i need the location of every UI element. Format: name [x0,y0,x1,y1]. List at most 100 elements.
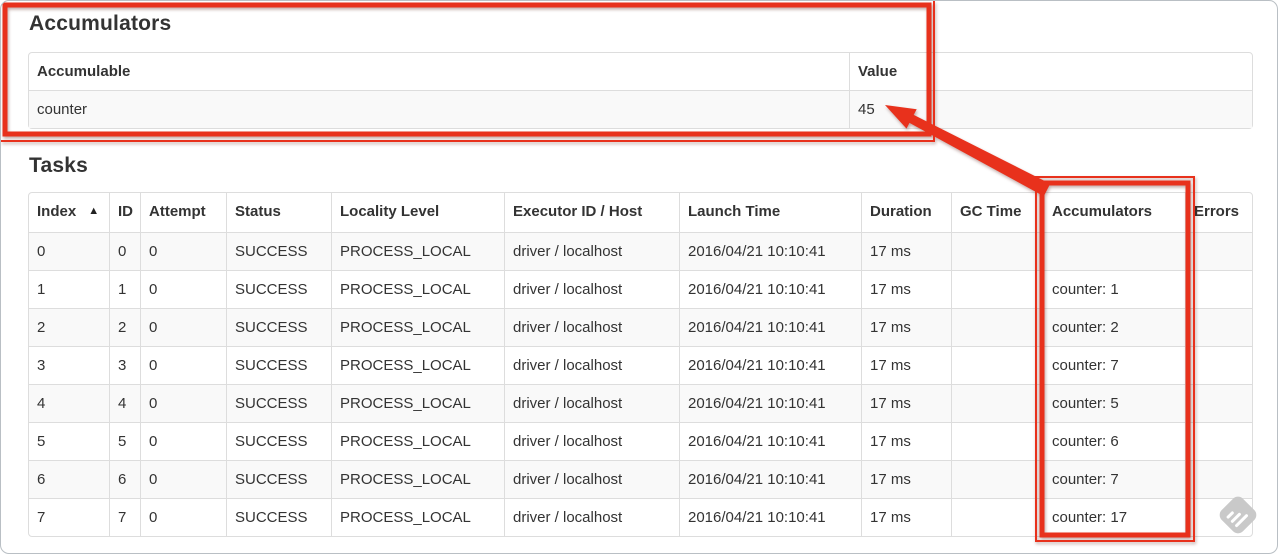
cell: 6 [109,460,140,498]
cell [1043,232,1185,270]
col-header-duration[interactable]: Duration [861,193,951,232]
cell: driver / localhost [504,232,679,270]
col-header-index-label: Index [37,203,77,220]
accumulators-header-row: Accumulable Value [29,53,1252,90]
cell: 7 [109,498,140,536]
cell: 0 [29,232,109,270]
cell: driver / localhost [504,308,679,346]
tasks-header-row: Index ▲ ID Attempt Status Locality Level … [29,193,1252,232]
cell: 17 ms [861,308,951,346]
cell [951,498,1043,536]
cell: PROCESS_LOCAL [331,498,504,536]
cell: PROCESS_LOCAL [331,384,504,422]
sort-asc-icon: ▲ [88,205,100,217]
cell: PROCESS_LOCAL [331,232,504,270]
cell [951,270,1043,308]
col-header-launch-time[interactable]: Launch Time [679,193,861,232]
accumulators-section-title: Accumulators [29,12,172,35]
cell: 2016/04/21 10:10:41 [679,232,861,270]
col-header-accumulable: Accumulable [37,63,131,80]
cell: SUCCESS [226,384,331,422]
cell: 6 [29,460,109,498]
cell: 3 [29,346,109,384]
cell: counter: 2 [1043,308,1185,346]
task-row: 7 7 0 SUCCESS PROCESS_LOCAL driver / localhos… [29,498,1252,536]
cell: SUCCESS [226,346,331,384]
col-header-locality-level[interactable]: Locality Level [331,193,504,232]
cell: driver / localhost [504,270,679,308]
cell: 1 [109,270,140,308]
cell: 2016/04/21 10:10:41 [679,308,861,346]
accumulable-value-cell: 45 [849,90,1252,128]
cell: SUCCESS [226,232,331,270]
cell: driver / localhost [504,346,679,384]
cell: PROCESS_LOCAL [331,460,504,498]
cell: driver / localhost [504,384,679,422]
col-header-executor-id-host[interactable]: Executor ID / Host [504,193,679,232]
cell: 4 [109,384,140,422]
cell: 0 [140,422,226,460]
col-header-id[interactable]: ID [109,193,140,232]
spark-ui-stage-page: Accumulators Accumulable Value counter 4… [0,0,1278,554]
cell: counter: 7 [1043,460,1185,498]
col-header-errors[interactable]: Errors [1185,193,1252,232]
cell: 2016/04/21 10:10:41 [679,460,861,498]
cell: 0 [140,498,226,536]
task-row: 4 4 0 SUCCESS PROCESS_LOCAL driver / localhos… [29,384,1252,422]
cell: PROCESS_LOCAL [331,270,504,308]
page-content: Accumulators Accumulable Value counter 4… [1,1,1277,537]
col-header-value: Value [849,53,1252,90]
cell [1185,232,1252,270]
cell: 5 [109,422,140,460]
cell: 2016/04/21 10:10:41 [679,270,861,308]
cell: counter: 5 [1043,384,1185,422]
cell [951,346,1043,384]
task-row: 3 3 0 SUCCESS PROCESS_LOCAL driver / localhos… [29,346,1252,384]
cell: SUCCESS [226,460,331,498]
task-row: 2 2 0 SUCCESS PROCESS_LOCAL driver / localhos… [29,308,1252,346]
cell: 0 [140,460,226,498]
cell: 7 [29,498,109,536]
col-header-accumulators[interactable]: Accumulators [1043,193,1185,232]
cell: driver / localhost [504,498,679,536]
cell: driver / localhost [504,460,679,498]
tasks-table: Index ▲ ID Attempt Status Locality Level … [28,192,1253,537]
col-header-status[interactable]: Status [226,193,331,232]
cell: PROCESS_LOCAL [331,346,504,384]
cell: 17 ms [861,232,951,270]
cell: 2016/04/21 10:10:41 [679,384,861,422]
cell: SUCCESS [226,308,331,346]
cell [1185,346,1252,384]
cell: counter: 7 [1043,346,1185,384]
task-row: 6 6 0 SUCCESS PROCESS_LOCAL driver / localhos… [29,460,1252,498]
cell: PROCESS_LOCAL [331,308,504,346]
task-row: 1 1 0 SUCCESS PROCESS_LOCAL driver / localhos… [29,270,1252,308]
cell: 2 [29,308,109,346]
cell: 17 ms [861,498,951,536]
col-header-attempt[interactable]: Attempt [140,193,226,232]
cell: 17 ms [861,270,951,308]
cell: 17 ms [861,422,951,460]
cell: 2016/04/21 10:10:41 [679,498,861,536]
cell [1185,422,1252,460]
cell: 0 [109,232,140,270]
cell: counter: 1 [1043,270,1185,308]
cell [1185,308,1252,346]
col-header-index[interactable]: Index ▲ [29,193,109,232]
cell: 2016/04/21 10:10:41 [679,422,861,460]
cell: 0 [140,384,226,422]
cell: counter: 6 [1043,422,1185,460]
cell: 2 [109,308,140,346]
cell [951,422,1043,460]
col-header-gc-time[interactable]: GC Time [951,193,1043,232]
accumulators-table: Accumulable Value counter 45 [28,52,1253,129]
cell [1185,270,1252,308]
cell [1185,460,1252,498]
cell: 5 [29,422,109,460]
cell: driver / localhost [504,422,679,460]
cell: 2016/04/21 10:10:41 [679,346,861,384]
cell: 0 [140,346,226,384]
cell: 17 ms [861,460,951,498]
cell: 4 [29,384,109,422]
task-row: 5 5 0 SUCCESS PROCESS_LOCAL driver / localhos… [29,422,1252,460]
